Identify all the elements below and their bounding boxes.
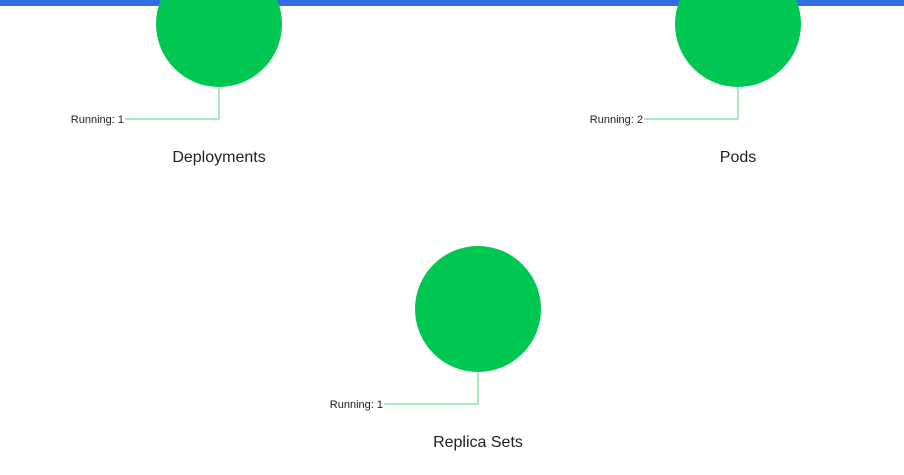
- replica-sets-chart: Running: 1 Replica Sets: [328, 245, 628, 451]
- pods-chart: Running: 2 Pods: [588, 0, 888, 166]
- replica-sets-running-slice[interactable]: [415, 246, 541, 372]
- replica-sets-running-label: Running: 1: [330, 399, 383, 411]
- deployments-running-label: Running: 1: [71, 114, 124, 126]
- pods-running-label: Running: 2: [590, 114, 643, 126]
- deployments-title: Deployments: [172, 149, 266, 166]
- deployments-chart: Running: 1 Deployments: [69, 0, 369, 166]
- pods-running-slice[interactable]: [675, 0, 801, 87]
- pods-callout-line: [644, 87, 739, 120]
- replica-sets-pie-svg: Running: 1: [330, 246, 541, 411]
- replica-sets-title: Replica Sets: [433, 434, 523, 451]
- replica-sets-callout-line: [384, 372, 479, 405]
- pods-title: Pods: [719, 149, 757, 166]
- deployments-running-slice[interactable]: [156, 0, 282, 87]
- deployments-pie-svg: Running: 1: [71, 0, 282, 126]
- pods-pie-svg: Running: 2: [590, 0, 801, 126]
- deployments-callout-line: [125, 87, 220, 120]
